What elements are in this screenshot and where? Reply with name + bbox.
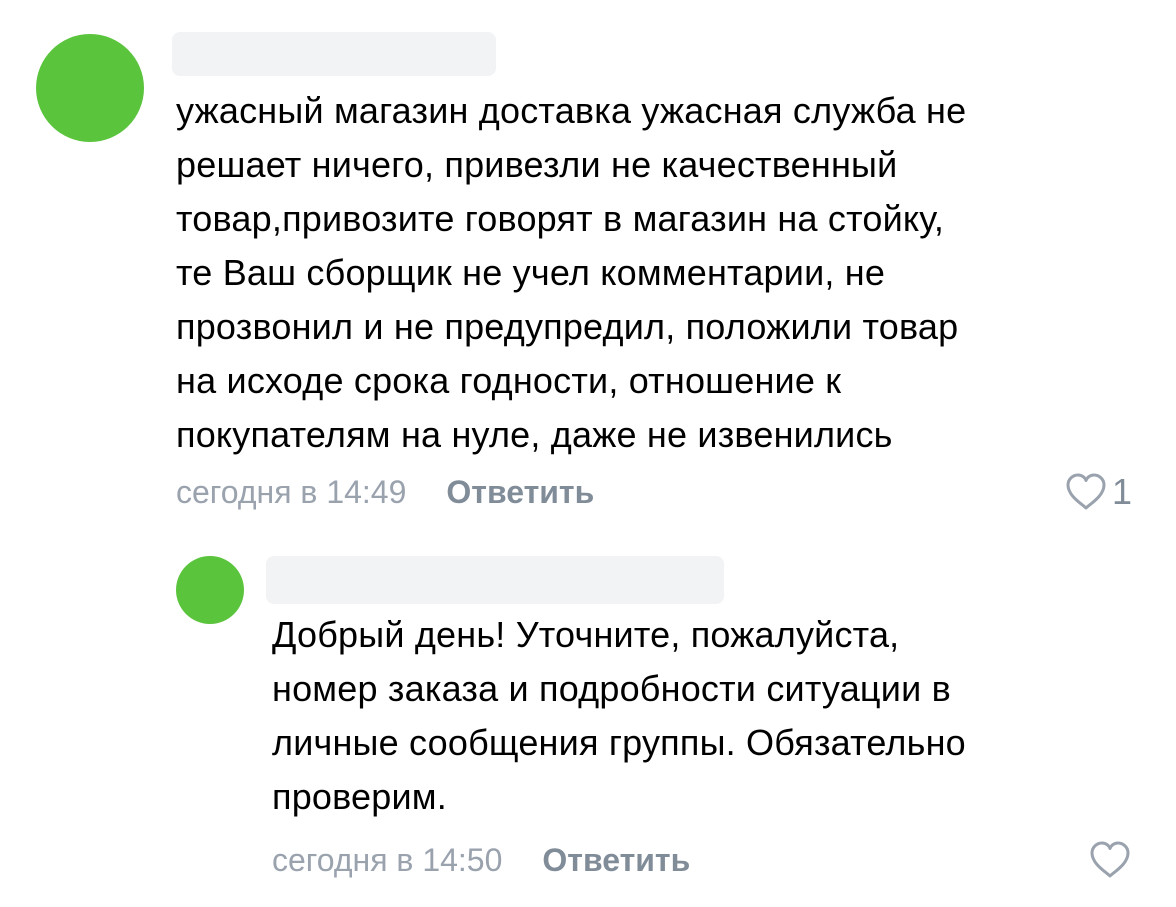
reply-reply-button[interactable]: Ответить bbox=[542, 840, 690, 880]
reply-author-name-redacted[interactable] bbox=[266, 556, 724, 604]
comment-timestamp: сегодня в 14:49 bbox=[176, 474, 407, 510]
reply-author-avatar[interactable] bbox=[176, 556, 244, 624]
reply-meta: сегодня в 14:50 Ответить bbox=[272, 840, 690, 880]
comment-author-avatar[interactable] bbox=[36, 34, 144, 142]
comment-meta: сегодня в 14:49 Ответить bbox=[176, 472, 594, 512]
comment-like-count: 1 bbox=[1112, 471, 1133, 512]
reply-like-button[interactable] bbox=[1088, 840, 1132, 880]
comment-author-name-redacted[interactable] bbox=[172, 32, 496, 76]
heart-icon bbox=[1088, 840, 1132, 880]
reply-timestamp: сегодня в 14:50 bbox=[272, 842, 503, 878]
comment-text: ужасный магазин доставка ужасная служба … bbox=[176, 90, 967, 455]
reply-text: Добрый день! Уточните, пожалуйста, номер… bbox=[272, 614, 966, 817]
heart-icon bbox=[1064, 472, 1108, 512]
comment-like-button[interactable]: 1 bbox=[1064, 472, 1132, 512]
comment-reply-button[interactable]: Ответить bbox=[446, 472, 594, 512]
